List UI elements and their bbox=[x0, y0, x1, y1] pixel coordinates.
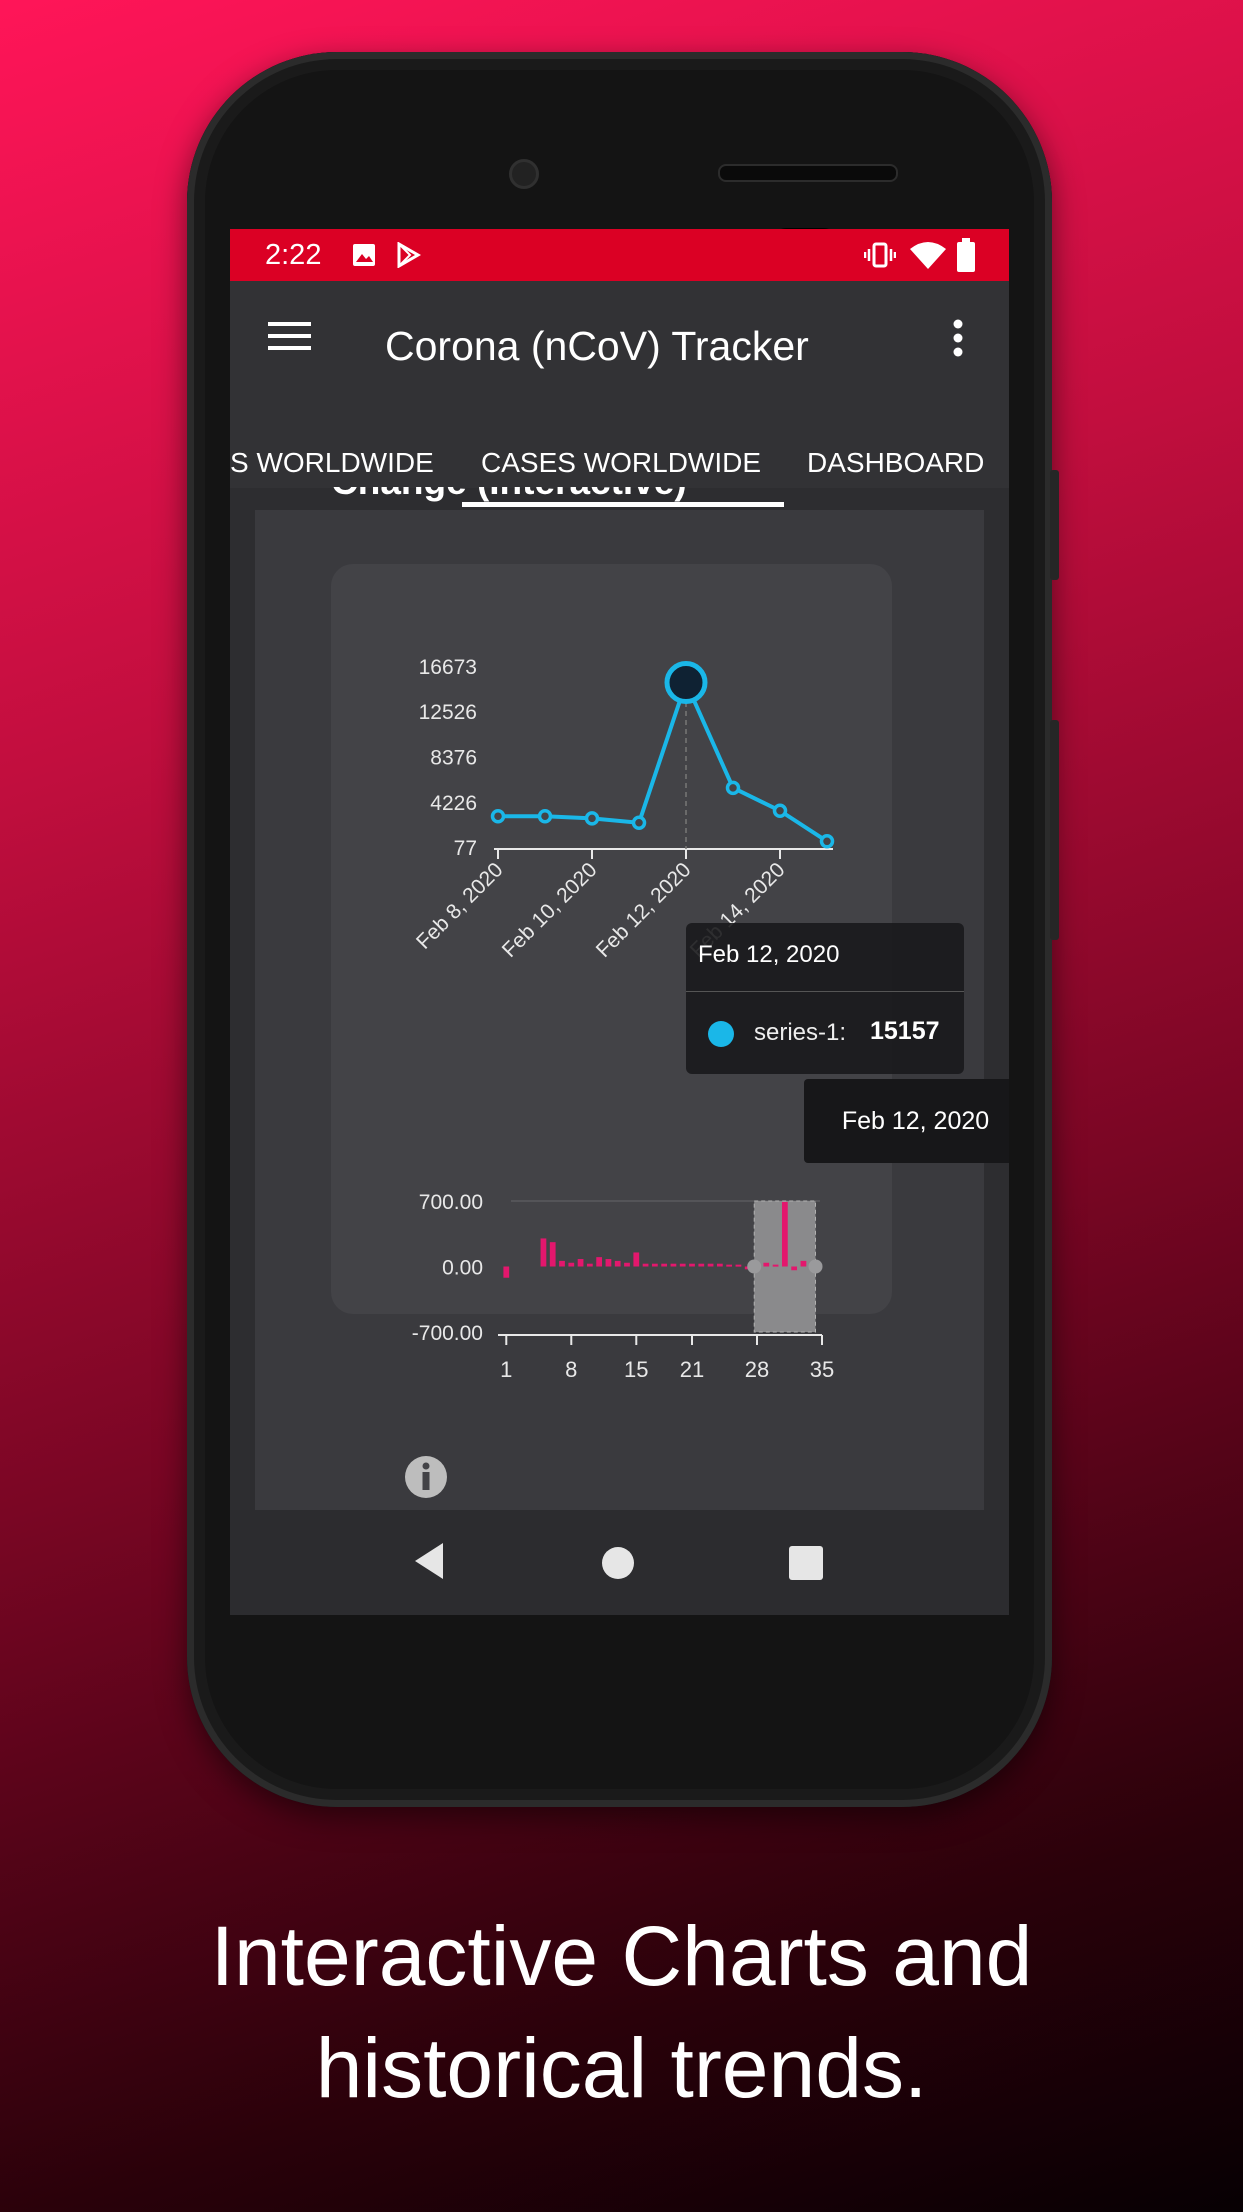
app-screen: 2:22 Corona (nCoV) Tracker S WORLDWIDE C… bbox=[230, 229, 1009, 1615]
x-tick-label: 15 bbox=[624, 1357, 648, 1382]
caption-line-1: Interactive Charts and bbox=[210, 1909, 1033, 2003]
x-tick-label: 21 bbox=[680, 1357, 704, 1382]
bar bbox=[726, 1264, 733, 1267]
x-tick-label: 28 bbox=[745, 1357, 769, 1382]
bar bbox=[586, 1263, 593, 1267]
x-tick-label: 1 bbox=[500, 1357, 512, 1382]
bar bbox=[503, 1266, 510, 1278]
tooltip-value: 15157 bbox=[870, 1017, 940, 1045]
bar bbox=[707, 1263, 714, 1267]
bar bbox=[800, 1260, 807, 1267]
bar bbox=[614, 1260, 621, 1267]
bar-chart[interactable]: 700.00 0.00 -700.00 1 8 15 21 28 35 bbox=[230, 229, 1009, 1509]
bar bbox=[772, 1264, 779, 1267]
bar bbox=[698, 1263, 705, 1267]
brush-handle-right bbox=[808, 1259, 823, 1274]
bar bbox=[633, 1252, 640, 1267]
x-tick-label: 35 bbox=[810, 1357, 834, 1382]
back-nav-icon[interactable] bbox=[411, 1541, 447, 1581]
bar bbox=[624, 1262, 630, 1267]
bar bbox=[763, 1262, 770, 1267]
bar bbox=[689, 1263, 695, 1267]
info-icon[interactable] bbox=[403, 1454, 449, 1500]
tooltip-date: Feb 12, 2020 bbox=[698, 941, 840, 968]
recents-nav-icon[interactable] bbox=[788, 1545, 824, 1581]
y-tick-label: 700.00 bbox=[419, 1191, 483, 1214]
earpiece-speaker bbox=[718, 164, 898, 182]
tooltip-series-label: series-1: bbox=[754, 1019, 847, 1046]
bar bbox=[679, 1263, 686, 1267]
promo-caption: Interactive Charts and historical trends… bbox=[0, 1900, 1243, 2124]
bar bbox=[781, 1201, 788, 1267]
y-tick-label: 0.00 bbox=[442, 1257, 483, 1280]
bar bbox=[642, 1263, 649, 1267]
bar bbox=[651, 1263, 658, 1267]
bar bbox=[549, 1242, 556, 1267]
bar bbox=[735, 1264, 742, 1267]
bar bbox=[661, 1263, 668, 1267]
front-camera bbox=[509, 159, 539, 189]
chart-tooltip: Feb 12, 2020 series-1: 15157 bbox=[686, 923, 964, 1074]
y-tick-label: -700.00 bbox=[412, 1322, 483, 1345]
brush-handle-left bbox=[747, 1259, 762, 1274]
x-tick-label: 8 bbox=[565, 1357, 577, 1382]
bar bbox=[596, 1257, 603, 1267]
bar bbox=[791, 1266, 798, 1271]
bar bbox=[670, 1263, 677, 1267]
x-axis-tooltip: Feb 12, 2020 bbox=[804, 1079, 1009, 1163]
phone-side-button bbox=[1050, 470, 1059, 580]
bar bbox=[716, 1263, 723, 1267]
bar bbox=[605, 1259, 612, 1267]
bar bbox=[568, 1262, 575, 1267]
bar bbox=[540, 1238, 547, 1267]
home-nav-icon[interactable] bbox=[601, 1546, 635, 1580]
phone-volume-button bbox=[1050, 720, 1059, 940]
system-nav-bar bbox=[230, 1510, 1009, 1615]
series-marker-icon bbox=[708, 1021, 734, 1047]
caption-line-2: historical trends. bbox=[315, 2021, 928, 2115]
tooltip-divider bbox=[686, 991, 964, 992]
bar bbox=[559, 1260, 565, 1267]
bar bbox=[577, 1259, 584, 1267]
